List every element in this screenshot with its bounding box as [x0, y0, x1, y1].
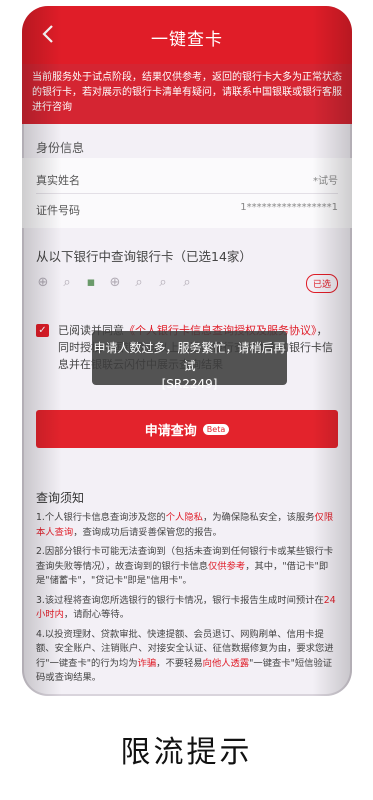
name-label: 真实姓名	[36, 174, 80, 187]
app-header: 一键查卡	[22, 6, 352, 64]
divider	[36, 193, 338, 194]
image-caption: 限流提示	[120, 735, 253, 770]
bank-section-title: 从以下银行中查询银行卡（已选14家）	[36, 249, 252, 264]
notice-banner: 当前服务处于试点阶段，结果仅供参考，返回的银行卡大多为正常状态的银行卡，若对展示…	[22, 64, 352, 124]
rate-limit-toast: 申请人数过多，服务繁忙，请稍后再试 [SR2249]	[92, 331, 287, 391]
id-label: 证件号码	[36, 204, 80, 217]
toast-code: [SR2249]	[161, 377, 218, 391]
tip-item: 1.个人银行卡信息查询涉及您的个人隐私，为确保隐私安全，该服务仅限本人查询，查询…	[36, 512, 334, 538]
name-value: *试号	[313, 176, 338, 187]
identity-section-title: 身份信息	[36, 141, 85, 155]
search-icon[interactable]: ⌕	[156, 276, 170, 290]
bank-logo-icon[interactable]: ⊕	[108, 276, 122, 290]
tip-item: 4.以投资理财、贷款审批、快速提额、会员退订、网购刷单、信用卡提额、安全账户、注…	[36, 628, 334, 684]
search-icon[interactable]: ⌕	[132, 276, 146, 290]
search-icon[interactable]: ⌕	[60, 276, 74, 290]
submit-query-button[interactable]: 申请查询 Beta	[36, 410, 338, 448]
bank-icon-row: ⊕ ⌕ ▪ ⊕ ⌕ ⌕ ⌕	[36, 276, 194, 290]
id-value: 1*****************1	[240, 202, 338, 213]
bank-logo-icon[interactable]: ▪	[84, 276, 98, 290]
agree-checkbox[interactable]: ✓	[36, 324, 49, 337]
selected-banks-button[interactable]: 已选	[305, 274, 338, 293]
submit-label: 申请查询	[144, 423, 197, 439]
beta-badge: Beta	[202, 423, 230, 435]
bank-logo-icon[interactable]: ⊕	[36, 276, 50, 290]
phone-screen: 一键查卡 当前服务处于试点阶段，结果仅供参考，返回的银行卡大多为正常状态的银行卡…	[22, 6, 352, 696]
tips-list: 1.个人银行卡信息查询涉及您的个人隐私，为确保隐私安全，该服务仅限本人查询，查询…	[36, 511, 338, 691]
toast-message: 申请人数过多，服务繁忙，请稍后再试	[93, 341, 286, 373]
id-row: 证件号码 1*****************1	[36, 202, 338, 218]
name-row: 真实姓名 *试号	[36, 172, 338, 188]
tips-title: 查询须知	[36, 491, 85, 505]
page-title: 一键查卡	[151, 30, 223, 50]
tip-item: 2.因部分银行卡可能无法查询到（包括未查询到任何银行卡或某些银行卡查询失败等情况…	[36, 546, 334, 586]
tip-item: 3.该过程将查询您所选银行的银行卡情况，银行卡报告生成时间预计在24小时内，请耐…	[36, 594, 336, 621]
search-icon[interactable]: ⌕	[180, 276, 194, 290]
